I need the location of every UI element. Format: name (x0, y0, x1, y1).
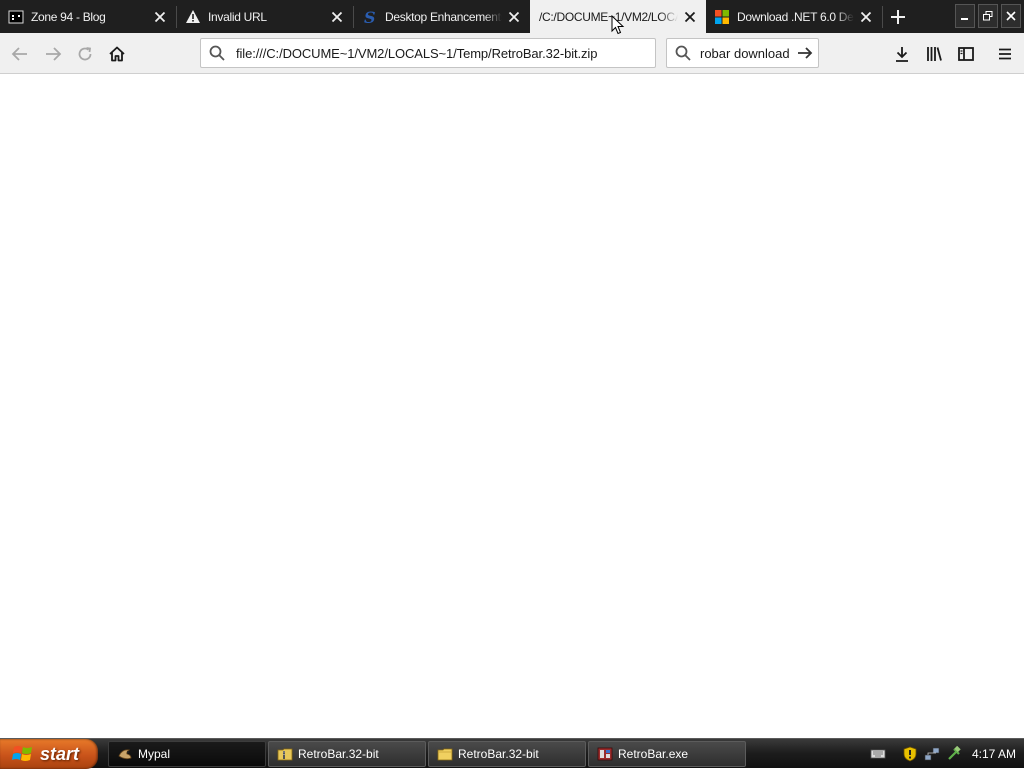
tab-invalid-url[interactable]: Invalid URL (177, 0, 353, 33)
security-shield-icon[interactable] (902, 746, 918, 762)
taskbar-item-label: RetroBar.32-bit (458, 747, 539, 761)
arrow-right-icon (798, 47, 813, 59)
network-icon[interactable] (924, 746, 940, 762)
close-icon[interactable] (148, 5, 172, 29)
library-icon (927, 47, 942, 61)
download-icon (896, 47, 908, 62)
sidebar-button[interactable] (951, 39, 981, 69)
menu-button[interactable] (990, 39, 1020, 69)
tab-download-dotnet[interactable]: Download .NET 6.0 Desktop Runtime (706, 0, 882, 33)
restore-icon (983, 11, 993, 21)
system-tray: 4:17 AM (864, 739, 1024, 769)
close-icon (1006, 11, 1016, 21)
start-label: start (40, 743, 80, 764)
warning-icon (185, 9, 201, 25)
reload-icon (78, 47, 92, 61)
search-icon (209, 45, 225, 61)
back-arrow-icon (11, 47, 27, 61)
forward-arrow-icon (46, 47, 62, 61)
reload-button[interactable] (70, 39, 100, 69)
mypal-icon (118, 749, 132, 760)
taskbar-item-label: Mypal (138, 747, 171, 761)
tab-title: Desktop Enhancements (385, 9, 502, 24)
svg-text:S: S (364, 9, 375, 25)
taskbar: start Mypal RetroBar.32-bit RetroBar.32-… (0, 738, 1024, 769)
home-button[interactable] (102, 39, 132, 69)
plus-icon (891, 10, 905, 24)
new-tab-button[interactable] (884, 4, 912, 30)
forward-button[interactable] (38, 39, 68, 69)
clock[interactable]: 4:17 AM (972, 747, 1016, 761)
back-button[interactable] (5, 39, 35, 69)
minimize-icon (961, 18, 968, 20)
address-bar-url: file:///C:/DOCUME~1/VM2/LOCALS~1/Temp/Re… (236, 45, 598, 61)
downloads-button[interactable] (887, 39, 917, 69)
tab-title: Zone 94 - Blog (31, 9, 148, 24)
search-bar[interactable]: robar download (666, 38, 819, 68)
keyboard-icon[interactable] (870, 746, 886, 762)
address-bar[interactable]: file:///C:/DOCUME~1/VM2/LOCALS~1/Temp/Re… (200, 38, 656, 68)
start-button[interactable]: start (0, 739, 98, 769)
home-icon (109, 46, 125, 62)
taskbar-item-retrobar-folder[interactable]: RetroBar.32-bit (428, 741, 586, 767)
windows-flag-icon (12, 746, 32, 761)
stardock-favicon-icon: S (362, 9, 378, 25)
folder-icon (437, 748, 453, 761)
tab-title: /C:/DOCUME~1/VM2/LOCALS~1/Temp/RetroBar.… (539, 9, 678, 24)
search-go-button[interactable] (792, 44, 818, 62)
library-button[interactable] (919, 39, 949, 69)
restore-button[interactable] (978, 4, 998, 28)
close-icon[interactable] (678, 5, 702, 29)
search-icon (675, 45, 691, 61)
tab-local-zip-file[interactable]: /C:/DOCUME~1/VM2/LOCALS~1/Temp/RetroBar.… (530, 0, 706, 33)
taskbar-item-retrobar-zip[interactable]: RetroBar.32-bit (268, 741, 426, 767)
search-input[interactable]: robar download (700, 46, 792, 61)
tab-zone94-blog[interactable]: Zone 94 - Blog (0, 0, 176, 33)
close-icon[interactable] (502, 5, 526, 29)
navigation-toolbar: file:///C:/DOCUME~1/VM2/LOCALS~1/Temp/Re… (0, 33, 1024, 74)
tab-strip: Zone 94 - Blog Invalid URL S Desktop Enh… (0, 0, 1024, 33)
tab-title: Invalid URL (208, 9, 325, 24)
close-icon[interactable] (325, 5, 349, 29)
tab-title: Download .NET 6.0 Desktop Runtime (737, 9, 854, 24)
taskbar-item-label: RetroBar.exe (618, 747, 689, 761)
taskbar-item-retrobar-exe[interactable]: RetroBar.exe (588, 741, 746, 767)
window-close-button[interactable] (1001, 4, 1021, 28)
installer-icon (597, 747, 613, 761)
hamburger-menu-icon (999, 48, 1011, 60)
taskbar-item-mypal[interactable]: Mypal (108, 741, 266, 767)
taskbar-item-label: RetroBar.32-bit (298, 747, 379, 761)
microsoft-favicon-icon (714, 9, 730, 25)
zip-folder-icon (277, 748, 293, 761)
minimize-button[interactable] (955, 4, 975, 28)
page-content (0, 74, 1024, 738)
tab-desktop-enhancements[interactable]: S Desktop Enhancements (354, 0, 530, 33)
safely-remove-icon[interactable] (946, 746, 962, 762)
zone94-favicon-icon (8, 9, 24, 25)
close-icon[interactable] (854, 5, 878, 29)
sidebar-icon (958, 47, 974, 61)
